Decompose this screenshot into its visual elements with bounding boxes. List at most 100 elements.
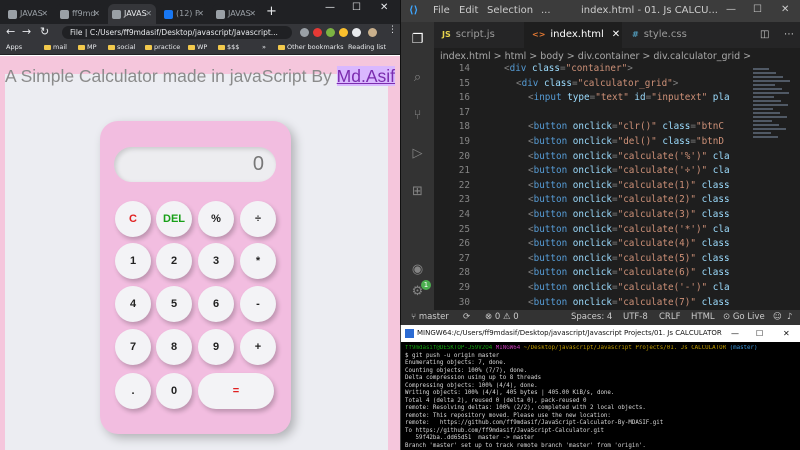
forward-icon[interactable]: →: [22, 25, 31, 38]
page-title: A Simple Calculator made in javaScript B…: [5, 66, 396, 87]
terminal-line: remote: Resolving deltas: 100% (2/2), co…: [405, 405, 646, 411]
extension-icon[interactable]: [313, 28, 322, 37]
tab-index-html[interactable]: <> index.html ✕: [524, 22, 622, 48]
extensions-icon[interactable]: ⊞: [409, 184, 426, 201]
menu-more[interactable]: ...: [541, 5, 551, 16]
bookmarks-overflow[interactable]: »: [262, 43, 266, 51]
bell-icon[interactable]: ♪: [787, 312, 792, 322]
close-icon[interactable]: ✕: [145, 4, 152, 24]
author-link[interactable]: Md.Asif: [336, 66, 396, 86]
subtract-button[interactable]: -: [240, 286, 276, 322]
key-3-button[interactable]: 3: [198, 243, 234, 279]
key-7-button[interactable]: 7: [115, 329, 151, 365]
multiply-button[interactable]: *: [240, 243, 276, 279]
close-window-icon[interactable]: ✕: [783, 325, 790, 342]
git-branch-indicator[interactable]: ⑂ master: [411, 312, 449, 322]
key-6-button[interactable]: 6: [198, 286, 234, 322]
key-9-button[interactable]: 9: [198, 329, 234, 365]
more-actions-icon[interactable]: ⋯: [776, 22, 794, 48]
close-icon[interactable]: ✕: [249, 4, 256, 24]
bookmark-folder[interactable]: MP: [78, 43, 97, 51]
maximize-icon[interactable]: ☐: [352, 2, 361, 13]
address-bar[interactable]: File | C:/Users/ff9mdasif/Desktop/javasc…: [62, 26, 292, 39]
status-bar: ⑂ master ⟳ ⊗ 0 ⚠ 0 Spaces: 4 UTF-8 CRLF …: [401, 310, 800, 325]
bookmark-folder[interactable]: WP: [188, 43, 207, 51]
percent-button[interactable]: %: [198, 201, 234, 237]
close-icon[interactable]: ✕: [612, 29, 620, 40]
close-window-icon[interactable]: ✕: [380, 2, 388, 13]
browser-tab-active[interactable]: JAVAS ✕: [108, 4, 156, 24]
key-5-button[interactable]: 5: [156, 286, 192, 322]
bookmark-folder[interactable]: practice: [145, 43, 180, 51]
language-indicator[interactable]: HTML: [691, 312, 715, 322]
key-0-button[interactable]: 0: [156, 373, 192, 409]
feedback-icon[interactable]: ☺: [773, 312, 782, 322]
close-icon[interactable]: ✕: [93, 4, 100, 24]
equals-button[interactable]: =: [198, 373, 274, 409]
run-debug-icon[interactable]: ▷: [409, 146, 426, 163]
code-editor[interactable]: 14 <div class="container"> 15 <div class="c…: [434, 62, 800, 310]
bookmark-apps[interactable]: Apps: [6, 43, 22, 51]
reload-icon[interactable]: ↻: [40, 25, 49, 38]
maximize-icon[interactable]: ☐: [756, 325, 763, 342]
menu-selection[interactable]: Selection: [487, 5, 533, 16]
settings-gear-icon[interactable]: ⚙: [409, 284, 426, 301]
encoding-indicator[interactable]: UTF-8: [623, 312, 648, 322]
eol-indicator[interactable]: CRLF: [659, 312, 680, 322]
avatar[interactable]: [368, 28, 377, 37]
back-icon[interactable]: ←: [6, 25, 15, 38]
terminal-output[interactable]: ff9mdasif@DESKTOP-J59V2O4 MINGW64 ~/Desk…: [405, 345, 799, 450]
tab-label: script.js: [455, 29, 495, 40]
search-icon[interactable]: ⌕: [409, 70, 426, 87]
clear-button[interactable]: C: [115, 201, 151, 237]
divide-button[interactable]: ÷: [240, 201, 276, 237]
bookmark-folder[interactable]: $$$: [218, 43, 239, 51]
sync-icon[interactable]: ⟳: [463, 312, 470, 322]
new-tab-icon[interactable]: +: [266, 4, 277, 19]
line-number: 20: [458, 150, 470, 162]
go-live-button[interactable]: ⊙ Go Live: [723, 312, 765, 322]
menu-dots-icon[interactable]: ⋮: [388, 25, 397, 35]
browser-tab[interactable]: JAVAS ✕: [212, 4, 260, 24]
decimal-button[interactable]: .: [115, 373, 151, 409]
tab-style-css[interactable]: # style.css: [624, 22, 714, 48]
tab-script-js[interactable]: JS script.js: [434, 22, 522, 48]
explorer-icon[interactable]: ❐: [409, 32, 426, 49]
browser-tab[interactable]: (12) F ✕: [160, 4, 208, 24]
bookmark-label: Apps: [6, 43, 23, 51]
bookmark-folder[interactable]: social: [108, 43, 136, 51]
maximize-icon[interactable]: ☐: [753, 4, 762, 15]
key-1-button[interactable]: 1: [115, 243, 151, 279]
delete-button[interactable]: DEL: [156, 201, 192, 237]
menu-file[interactable]: File: [433, 5, 450, 16]
close-window-icon[interactable]: ✕: [781, 4, 789, 15]
reading-list[interactable]: Reading list: [348, 43, 386, 51]
minimize-icon[interactable]: —: [726, 4, 736, 15]
extension-icon[interactable]: [326, 28, 335, 37]
browser-tab[interactable]: ff9md ✕: [56, 4, 104, 24]
split-editor-icon[interactable]: ◫: [752, 22, 769, 48]
key-4-button[interactable]: 4: [115, 286, 151, 322]
close-icon[interactable]: ✕: [197, 4, 204, 24]
accounts-icon[interactable]: ◉: [409, 262, 426, 279]
browser-tab[interactable]: JAVAS ✕: [4, 4, 52, 24]
close-icon[interactable]: ✕: [41, 4, 48, 24]
browser-window: JAVAS ✕ ff9md ✕ JAVAS ✕ (12) F ✕ JAVAS ✕ + — …: [0, 0, 400, 450]
add-button[interactable]: +: [240, 329, 276, 365]
minimize-icon[interactable]: —: [325, 2, 335, 13]
key-2-button[interactable]: 2: [156, 243, 192, 279]
line-number: 28: [458, 267, 470, 279]
star-icon[interactable]: [300, 28, 309, 37]
bookmark-folder[interactable]: mail: [44, 43, 67, 51]
indentation-indicator[interactable]: Spaces: 4: [571, 312, 612, 322]
other-bookmarks[interactable]: Other bookmarks: [278, 43, 344, 51]
puzzle-icon[interactable]: [352, 28, 361, 37]
problems-indicator[interactable]: ⊗ 0 ⚠ 0: [485, 312, 519, 322]
key-8-button[interactable]: 8: [156, 329, 192, 365]
extension-icon[interactable]: [339, 28, 348, 37]
source-control-icon[interactable]: ⑂: [409, 108, 426, 125]
minimap[interactable]: [753, 66, 793, 156]
menu-edit[interactable]: Edit: [459, 5, 478, 16]
minimize-icon[interactable]: —: [731, 325, 739, 342]
calculator-display[interactable]: 0: [114, 147, 276, 182]
